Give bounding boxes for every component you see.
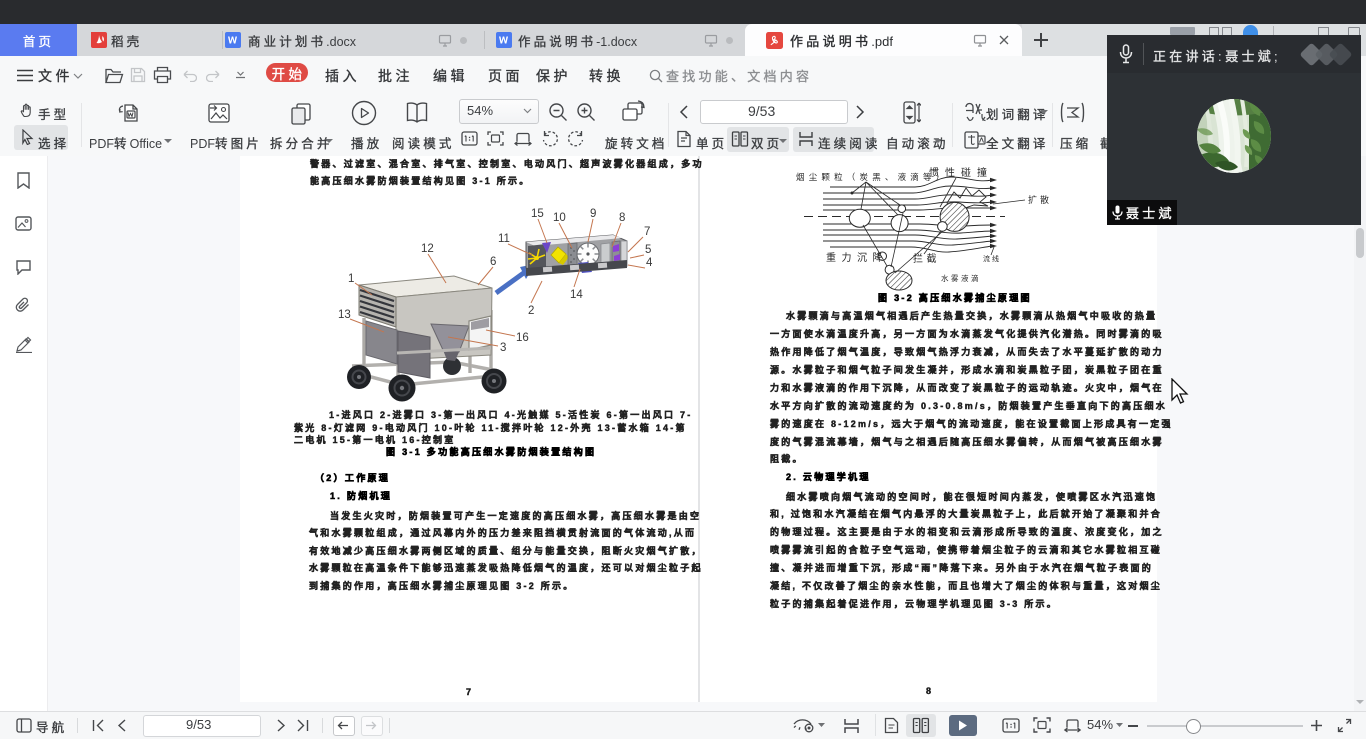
svg-text:扩散: 扩散	[1028, 194, 1052, 205]
svg-text:13: 13	[338, 309, 351, 321]
svg-text:5: 5	[645, 244, 651, 256]
svg-text:9: 9	[590, 208, 596, 220]
svg-text:拦截: 拦截	[913, 252, 940, 265]
svg-text:14: 14	[570, 289, 583, 301]
svg-text:11: 11	[498, 233, 510, 245]
svg-text:16: 16	[516, 332, 529, 344]
svg-text:3: 3	[500, 342, 506, 354]
svg-text:15: 15	[531, 208, 544, 220]
svg-text:流线: 流线	[983, 254, 1001, 263]
svg-text:烟尘颗粒（炭黑、液滴等）: 烟尘颗粒（炭黑、液滴等）	[796, 172, 948, 182]
svg-text:7: 7	[644, 226, 650, 238]
svg-text:12: 12	[421, 243, 434, 255]
svg-text:1: 1	[348, 273, 354, 285]
svg-text:4: 4	[646, 257, 653, 269]
svg-text:惯性碰撞: 惯性碰撞	[929, 166, 993, 179]
svg-text:2: 2	[528, 305, 534, 317]
svg-text:重力沉降: 重力沉降	[826, 251, 888, 264]
svg-text:10: 10	[553, 212, 566, 224]
svg-text:6: 6	[490, 256, 496, 268]
svg-text:8: 8	[619, 212, 625, 224]
svg-text:水雾液滴: 水雾液滴	[941, 273, 981, 283]
